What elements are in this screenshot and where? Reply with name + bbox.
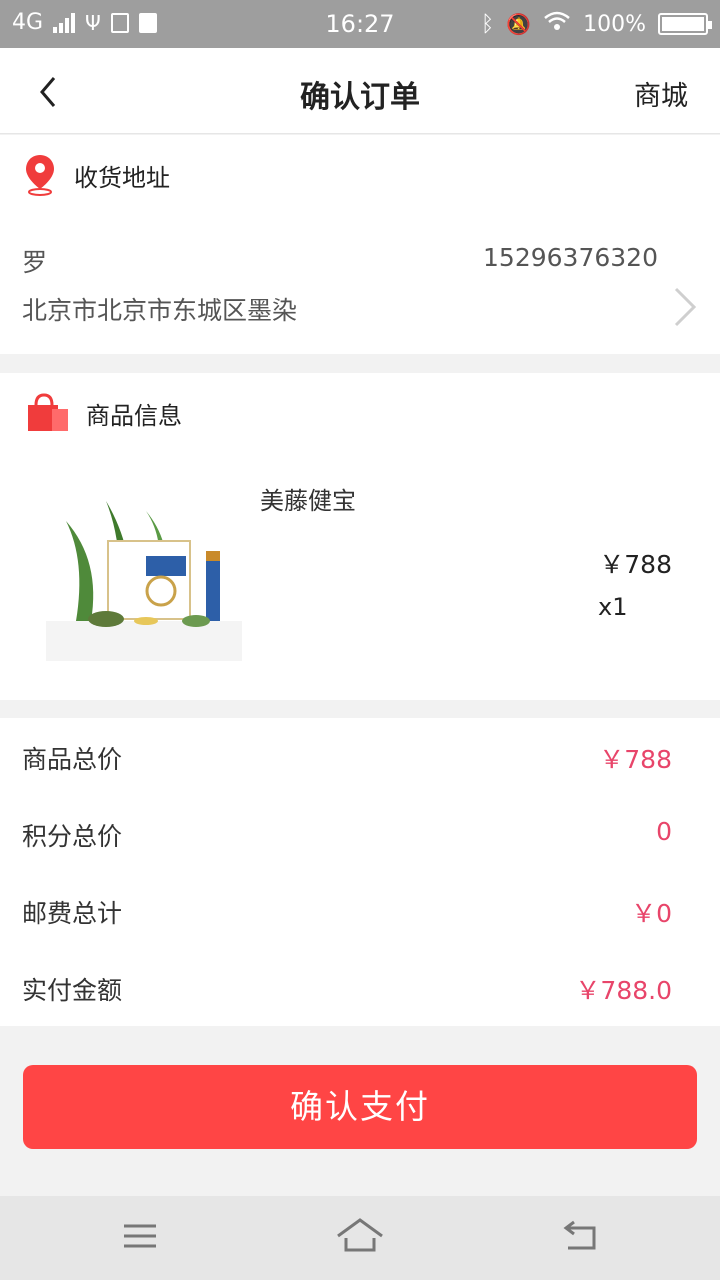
summary-label: 积分总价	[22, 822, 123, 851]
location-pin-icon	[26, 155, 54, 196]
product-price: ￥788	[599, 550, 672, 579]
product-image[interactable]	[46, 501, 242, 661]
summary-value: ￥788.0	[575, 976, 672, 1005]
summary-value: ￥0	[631, 899, 672, 928]
summary-label: 商品总价	[22, 745, 123, 774]
wifi-icon	[543, 10, 571, 38]
recipient-phone: 15296376320	[483, 243, 658, 272]
confirm-pay-button[interactable]: 确认支付	[23, 1065, 697, 1149]
summary-value: 0	[656, 817, 672, 846]
product-quantity: x1	[598, 593, 628, 621]
summary-row-shipping-total: 邮费总计 ￥0	[0, 872, 720, 949]
battery-icon	[658, 13, 712, 35]
summary-value: ￥788	[599, 745, 672, 774]
summary-row-goods-total: 商品总价 ￥788	[0, 718, 720, 795]
navigation-bar: 确认订单 商城	[0, 48, 720, 134]
back-arrow-icon[interactable]	[558, 1216, 602, 1256]
price-summary: 商品总价 ￥788 积分总价 0 邮费总计 ￥0 实付金额 ￥788.0	[0, 718, 720, 1026]
address-header: 收货地址	[22, 153, 170, 197]
goods-header: 商品信息	[26, 393, 182, 433]
status-right: ᛒ 🔕 100%	[480, 10, 712, 38]
summary-label: 邮费总计	[22, 899, 123, 928]
battery-percent: 100%	[583, 11, 646, 37]
bluetooth-icon: ᛒ	[480, 11, 495, 37]
mall-link[interactable]: 商城	[634, 74, 688, 113]
address-section-title: 收货地址	[74, 163, 170, 192]
chevron-right-icon[interactable]	[670, 285, 700, 329]
system-navigation-bar	[0, 1196, 720, 1280]
product-photo-icon	[46, 501, 242, 661]
home-icon[interactable]	[336, 1216, 384, 1256]
shopping-bag-icon	[28, 393, 68, 431]
status-bar: 4G Ψ 16:27 ᛒ 🔕 100%	[0, 0, 720, 48]
summary-label: 实付金额	[22, 976, 123, 1005]
menu-icon[interactable]	[118, 1216, 162, 1256]
address-section[interactable]: 收货地址 罗 15296376320 北京市北京市东城区墨染	[0, 135, 720, 354]
recipient-address: 北京市北京市东城区墨染	[22, 296, 298, 325]
page-title: 确认订单	[300, 80, 420, 115]
recipient-name: 罗	[22, 248, 48, 277]
goods-section-title: 商品信息	[86, 401, 182, 430]
product-name: 美藤健宝	[260, 487, 356, 515]
goods-section: 商品信息 美藤健宝 ￥788 x1	[0, 373, 720, 700]
summary-row-amount-paid: 实付金额 ￥788.0	[0, 949, 720, 1026]
summary-row-points-total: 积分总价 0	[0, 795, 720, 872]
mute-bell-icon: 🔕	[506, 12, 532, 36]
